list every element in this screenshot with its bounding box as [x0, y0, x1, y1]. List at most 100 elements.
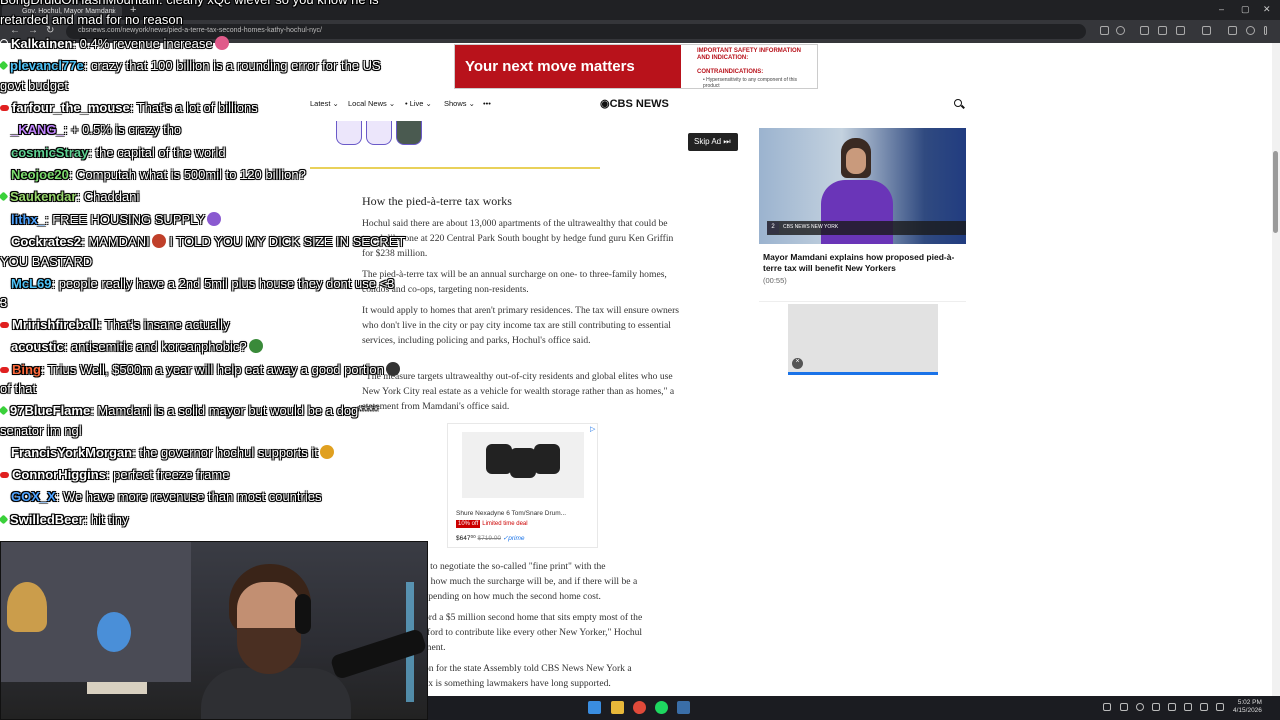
install-icon[interactable]: [1100, 26, 1109, 35]
chat-username[interactable]: _KANG_: [11, 122, 64, 137]
chat-username[interactable]: Kalkainen: [11, 36, 72, 51]
chat-username[interactable]: 97BlueFlame: [10, 403, 90, 418]
close-window-icon[interactable]: ✕: [1263, 4, 1271, 15]
chat-emote-icon: [151, 234, 166, 249]
chat-message-wrap: govt budget: [0, 77, 68, 93]
chat-badge-icon: [0, 447, 8, 456]
banner-ad-detail: • Hypersensitivity to any component of t…: [703, 77, 798, 89]
chat-username[interactable]: Neojoe20: [11, 167, 69, 182]
product-price: $647⁰⁰ $719.00 ✓prime: [456, 534, 525, 542]
banner-ad-contra: CONTRAINDICATIONS:: [697, 69, 764, 75]
chat-message: Saukendar: Chaddani: [0, 187, 430, 207]
adchoices-icon[interactable]: ▷: [590, 425, 595, 433]
tray-chevron-icon[interactable]: [1103, 703, 1111, 711]
bookmark-star-icon[interactable]: [1116, 26, 1125, 35]
chat-username[interactable]: farfour_the_mouse: [12, 100, 130, 115]
extension-icon[interactable]: [1158, 26, 1167, 35]
chat-username[interactable]: GOX_X: [11, 489, 56, 504]
minimize-icon[interactable]: –: [1219, 4, 1224, 14]
chat-username[interactable]: Mririshfireball: [12, 317, 98, 332]
chat-badge-icon: [0, 514, 9, 525]
download-icon[interactable]: [1228, 26, 1237, 35]
lower-third-label: CBS NEWS NEW YORK: [783, 224, 839, 230]
start-icon[interactable]: [588, 701, 601, 714]
chat-badge-icon: [0, 366, 9, 373]
chat-text: : the governor hochul supports it: [132, 444, 318, 460]
chat-badge-icon: [0, 104, 9, 111]
banner-ad[interactable]: Your next move matters IMPORTANT SAFETY …: [454, 44, 818, 89]
chat-badge-icon: [0, 492, 8, 501]
article-paragraph-line: e how much the surcharge will be, and if…: [424, 576, 638, 587]
chat-text: : We have more revenuse than most countr…: [55, 489, 322, 505]
chat-username[interactable]: FrancisYorkMorgan: [11, 445, 132, 460]
profile-avatar-icon[interactable]: [1246, 26, 1255, 35]
chat-message: SwilledBeer: hit tiny: [0, 510, 430, 530]
drum-mic-shape: [510, 448, 536, 478]
discount-badge: 10% off: [456, 520, 481, 528]
search-icon[interactable]: [954, 99, 962, 107]
network-icon[interactable]: [1200, 703, 1208, 711]
chat-username[interactable]: Saukendar: [10, 189, 76, 204]
chat-username[interactable]: Bing: [12, 362, 41, 377]
chat-message: FrancisYorkMorgan: the governor hochul s…: [0, 443, 430, 463]
banner-ad-headline[interactable]: Your next move matters: [455, 45, 681, 88]
tray-icon[interactable]: [1184, 703, 1192, 711]
cbs-news-logo[interactable]: ◉CBS NEWS: [600, 97, 669, 110]
chat-text: : Trius Well, $500m a year will help eat…: [40, 361, 384, 377]
chat-username[interactable]: lithx_: [11, 212, 45, 227]
chat-text: : people really have a 2nd 5mil plus hou…: [51, 275, 395, 291]
nav-more-icon[interactable]: •••: [483, 99, 491, 108]
chat-message: acoustic: antisemitic and koreanphobic?: [0, 337, 430, 357]
scrollbar-thumb[interactable]: [1273, 151, 1278, 233]
chat-badge-icon: [0, 278, 8, 287]
chat-message: ConnorHiggins: perfect freeze frame: [0, 465, 430, 485]
tray-icon[interactable]: [1136, 703, 1144, 711]
menu-kebab-icon[interactable]: [1264, 26, 1267, 35]
tray-icon[interactable]: [1120, 703, 1128, 711]
volume-icon[interactable]: [1216, 703, 1224, 711]
chat-text: : 0.4% revenue increase: [72, 36, 213, 51]
maximize-icon[interactable]: ▢: [1241, 4, 1250, 15]
chat-username[interactable]: cosmicStray: [11, 145, 88, 160]
chat-text: : MAMDANI: [81, 234, 150, 250]
windows-taskbar: 5:02 PM 4/15/2026: [428, 696, 1280, 720]
video-player[interactable]: 2 CBS NEWS NEW YORK: [759, 128, 966, 244]
old-price: $719.00: [477, 535, 501, 542]
file-explorer-icon[interactable]: [611, 701, 624, 714]
spotify-icon[interactable]: [655, 701, 668, 714]
video-title[interactable]: Mayor Mamdani explains how proposed pied…: [763, 252, 963, 274]
chat-badge-icon: [0, 60, 9, 71]
screen: Gov. Hochul, Mayor Mamdani × + – ▢ ✕ ← →…: [0, 0, 1280, 720]
chat-text: : crazy that 100 billion is a rounding e…: [83, 58, 381, 74]
prime-badge: ✓prime: [502, 535, 525, 542]
product-ad[interactable]: ▷ Shure Nexadyne 6 Tom/Snare Drum... 10%…: [447, 423, 598, 548]
chat-message-partial: BongDruidOfHashMountain: clearly xQc wie…: [0, 0, 430, 10]
headphones: [295, 594, 311, 634]
chat-username[interactable]: plevancl77e: [10, 58, 84, 73]
chat-text: : Mamdani is a solid mayor but would be …: [90, 403, 379, 419]
page-scrollbar[interactable]: [1272, 43, 1280, 696]
product-name[interactable]: Shure Nexadyne 6 Tom/Snare Drum...: [456, 510, 566, 517]
chat-text: I TOLD YOU MY DICK SIZE IN SECRET: [165, 234, 406, 250]
chrome-icon[interactable]: [633, 701, 646, 714]
price: $647⁰⁰: [456, 535, 476, 542]
skip-ad-button[interactable]: Skip Ad ⏭: [688, 133, 738, 151]
side-panel-icon[interactable]: [1202, 26, 1211, 35]
chat-username[interactable]: acoustic: [11, 339, 64, 354]
extension-icon[interactable]: [1140, 26, 1149, 35]
chat-username[interactable]: Cockrates2: [11, 234, 81, 249]
nav-shows[interactable]: Shows ⌄: [444, 99, 475, 108]
extensions-puzzle-icon[interactable]: [1176, 26, 1185, 35]
drum-mic-shape: [486, 444, 512, 474]
chat-username[interactable]: ConnorHiggins: [12, 467, 106, 482]
clock[interactable]: 5:02 PM 4/15/2026: [1233, 699, 1262, 715]
steam-icon[interactable]: [677, 701, 690, 714]
chat-username[interactable]: McL69: [11, 276, 51, 291]
tray-icon[interactable]: [1152, 703, 1160, 711]
chat-username[interactable]: SwilledBeer: [10, 512, 84, 527]
chat-message-wrap: senator im ngl: [0, 422, 82, 438]
product-image[interactable]: [462, 432, 584, 498]
video-ad-placeholder[interactable]: ×: [788, 304, 938, 375]
tray-icon[interactable]: [1168, 703, 1176, 711]
mute-icon[interactable]: ×: [792, 358, 803, 369]
